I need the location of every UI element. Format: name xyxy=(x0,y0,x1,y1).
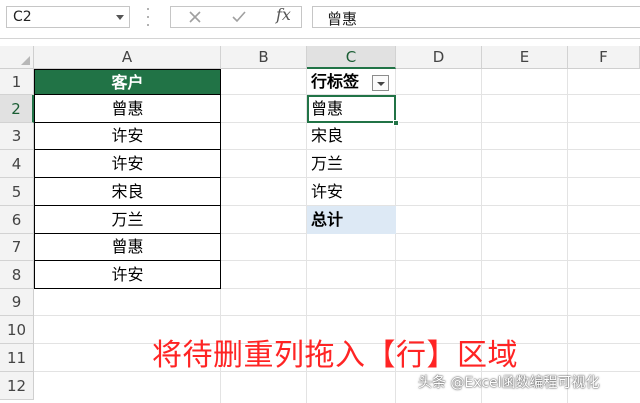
pivot-row-item[interactable]: 许安 xyxy=(307,178,396,206)
formula-bar-area: C2 fx 曾惠 xyxy=(0,0,640,39)
table-cell-customer[interactable]: 许安 xyxy=(34,150,221,178)
column-header-b[interactable]: B xyxy=(221,46,307,69)
select-all-button[interactable] xyxy=(0,46,34,69)
pivot-row-item[interactable]: 宋良 xyxy=(307,123,396,150)
row-header-5[interactable]: 5 xyxy=(0,178,34,206)
pivot-row-item[interactable]: 万兰 xyxy=(307,150,396,178)
formula-input[interactable]: 曾惠 xyxy=(312,6,640,28)
row-header-7[interactable]: 7 xyxy=(0,234,34,261)
filter-dropdown-icon xyxy=(377,82,385,86)
table-cell-customer[interactable]: 曾惠 xyxy=(34,234,221,261)
table-cell-customer[interactable]: 许安 xyxy=(34,261,221,289)
table-cell-customer[interactable]: 宋良 xyxy=(34,178,221,206)
select-all-triangle-icon xyxy=(21,56,30,65)
column-header-c[interactable]: C xyxy=(307,46,396,69)
enter-check-icon[interactable] xyxy=(227,7,251,27)
column-header-e[interactable]: E xyxy=(482,46,568,69)
row-header-9[interactable]: 9 xyxy=(0,289,34,316)
watermark: 头条 @Excel函数编程可视化 xyxy=(418,375,600,391)
row-header-1[interactable]: 1 xyxy=(0,69,34,95)
table-cell-customer[interactable]: 曾惠 xyxy=(34,95,221,123)
table-header-customer[interactable]: 客户 xyxy=(34,69,221,95)
insert-function-button[interactable]: fx xyxy=(276,5,291,24)
row-header-10[interactable]: 10 xyxy=(0,316,34,344)
annotation-text: 将待删重列拖入【行】区域 xyxy=(152,338,518,373)
name-box[interactable]: C2 xyxy=(6,6,130,28)
row-header-12[interactable]: 12 xyxy=(0,372,34,400)
row-header-8[interactable]: 8 xyxy=(0,261,34,289)
row-header-3[interactable]: 3 xyxy=(0,123,34,150)
column-header-f[interactable]: F xyxy=(568,46,640,69)
gridline-horizontal xyxy=(34,315,640,316)
drag-handle-icon[interactable] xyxy=(146,8,150,26)
table-cell-customer[interactable]: 许安 xyxy=(34,123,221,150)
name-box-dropdown-icon[interactable] xyxy=(116,15,124,20)
row-header-2[interactable]: 2 xyxy=(0,95,34,123)
row-header-6[interactable]: 6 xyxy=(0,206,34,234)
row-labels-filter-button[interactable] xyxy=(372,75,389,91)
gridline-vertical xyxy=(567,69,568,403)
column-header-d[interactable]: D xyxy=(396,46,482,69)
cancel-icon[interactable] xyxy=(183,7,207,27)
table-cell-customer[interactable]: 万兰 xyxy=(34,206,221,234)
name-box-value: C2 xyxy=(13,9,32,25)
fill-handle[interactable] xyxy=(393,120,399,126)
pivot-grand-total[interactable]: 总计 xyxy=(307,206,396,234)
pivot-row-item[interactable]: 曾惠 xyxy=(307,95,396,123)
column-header-a[interactable]: A xyxy=(34,46,221,69)
row-header-4[interactable]: 4 xyxy=(0,150,34,178)
formula-input-value: 曾惠 xyxy=(327,10,358,28)
row-header-11[interactable]: 11 xyxy=(0,344,34,372)
